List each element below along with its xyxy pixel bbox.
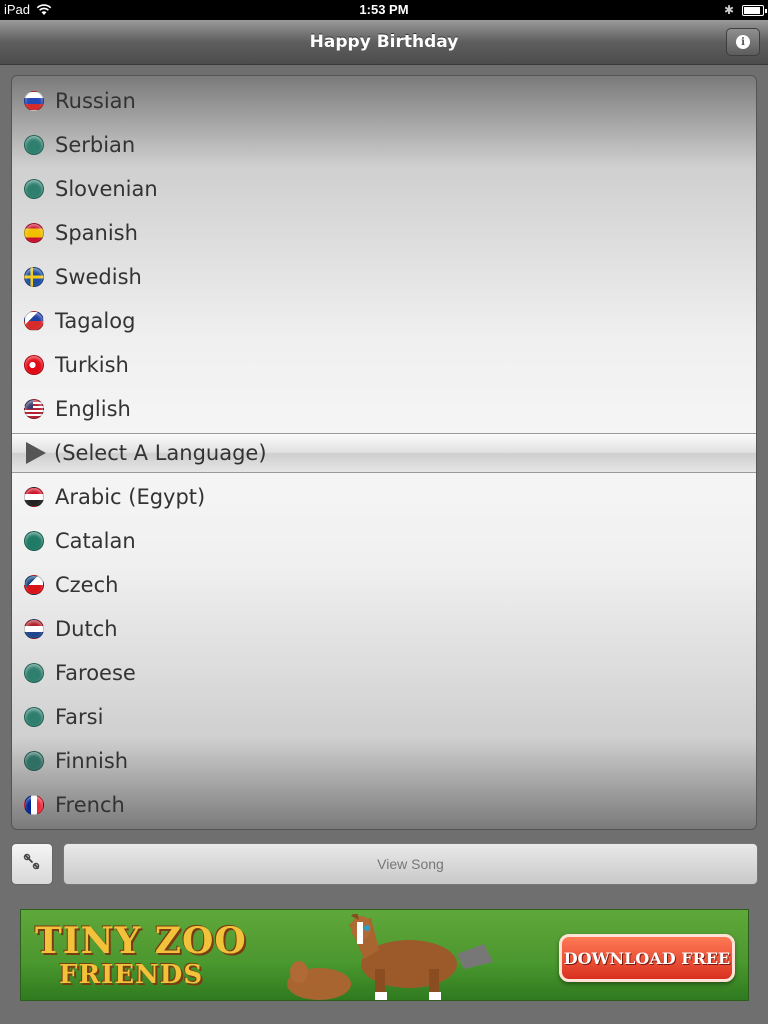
generic-flag-icon	[24, 179, 44, 199]
philippines-flag-icon	[24, 311, 44, 331]
picker-row-label: English	[55, 397, 131, 421]
download-label: DOWNLOAD FREE	[563, 948, 731, 968]
picker-row[interactable]: Catalan	[12, 519, 756, 563]
navigation-bar: Happy Birthday i	[0, 20, 768, 65]
picker-row-label: Finnish	[55, 749, 129, 773]
picker-row[interactable]: Turkish	[12, 343, 756, 387]
picker-row-label: Catalan	[55, 529, 136, 553]
ad-banner[interactable]: TINY ZOO FRIENDS DOWNLOAD FREE	[20, 909, 749, 1001]
language-picker[interactable]: Russian Serbian Slovenian Spanish Swedish Tag…	[11, 75, 757, 830]
picker-row[interactable]: Swedish	[12, 255, 756, 299]
sweden-flag-icon	[24, 267, 44, 287]
picker-row[interactable]: English	[12, 387, 756, 431]
picker-row-label: Faroese	[55, 661, 136, 685]
picker-row[interactable]: Russian	[12, 79, 756, 123]
picker-row[interactable]: Arabic (Egypt)	[12, 475, 756, 519]
view-song-button[interactable]: View Song	[63, 843, 758, 885]
picker-row[interactable]: French	[12, 783, 756, 827]
picker-row[interactable]: Farsi	[12, 695, 756, 739]
battery-icon	[742, 4, 767, 16]
picker-row-label: Russian	[55, 89, 136, 113]
picker-row[interactable]: (Select A Language)	[12, 431, 756, 475]
generic-flag-icon	[24, 531, 44, 551]
usa-flag-icon	[24, 399, 44, 419]
info-button[interactable]: i	[726, 28, 760, 56]
picker-row-label: Slovenian	[55, 177, 158, 201]
wrench-icon	[23, 853, 41, 875]
turkey-flag-icon	[24, 355, 44, 375]
settings-button[interactable]	[11, 843, 53, 885]
picker-row-label: Serbian	[55, 133, 136, 157]
view-song-label: View Song	[377, 856, 444, 872]
status-time: 1:53 PM	[359, 2, 409, 17]
netherlands-flag-icon	[24, 619, 44, 639]
picker-row-label: Spanish	[55, 221, 138, 245]
play-icon	[26, 442, 46, 464]
egypt-flag-icon	[24, 487, 44, 507]
status-bar: iPad 1:53 PM ✱	[0, 0, 768, 20]
status-right: ✱	[723, 3, 767, 17]
czech-flag-icon	[24, 575, 44, 595]
picker-row-label: Czech	[55, 573, 119, 597]
picker-row[interactable]: Faroese	[12, 651, 756, 695]
picker-row[interactable]: Spanish	[12, 211, 756, 255]
picker-row-label: Farsi	[55, 705, 104, 729]
page-title: Happy Birthday	[309, 32, 459, 52]
ad-title-line1: TINY ZOO	[35, 920, 247, 962]
spain-flag-icon	[24, 223, 44, 243]
picker-row-label: Tagalog	[55, 309, 136, 333]
picker-row-label: (Select A Language)	[54, 441, 267, 465]
ad-title-line2: FRIENDS	[59, 960, 204, 990]
picker-row-label: Dutch	[55, 617, 118, 641]
russia-flag-icon	[24, 91, 44, 111]
picker-row[interactable]: Tagalog	[12, 299, 756, 343]
picker-row-label: Swedish	[55, 265, 142, 289]
bluetooth-icon: ✱	[723, 3, 734, 17]
download-button[interactable]: DOWNLOAD FREE	[559, 934, 735, 982]
horse-illustration	[287, 914, 493, 1000]
picker-row[interactable]: Serbian	[12, 123, 756, 167]
generic-flag-icon	[24, 707, 44, 727]
info-icon: i	[736, 35, 750, 49]
france-flag-icon	[24, 795, 44, 815]
picker-row[interactable]: Dutch	[12, 607, 756, 651]
generic-flag-icon	[24, 135, 44, 155]
generic-flag-icon	[24, 663, 44, 683]
picker-row[interactable]: Slovenian	[12, 167, 756, 211]
picker-row-label: Arabic (Egypt)	[55, 485, 206, 509]
picker-row-label: Turkish	[55, 353, 129, 377]
picker-row[interactable]: Czech	[12, 563, 756, 607]
picker-row-label: French	[55, 793, 125, 817]
generic-flag-icon	[24, 751, 44, 771]
picker-row[interactable]: Finnish	[12, 739, 756, 783]
